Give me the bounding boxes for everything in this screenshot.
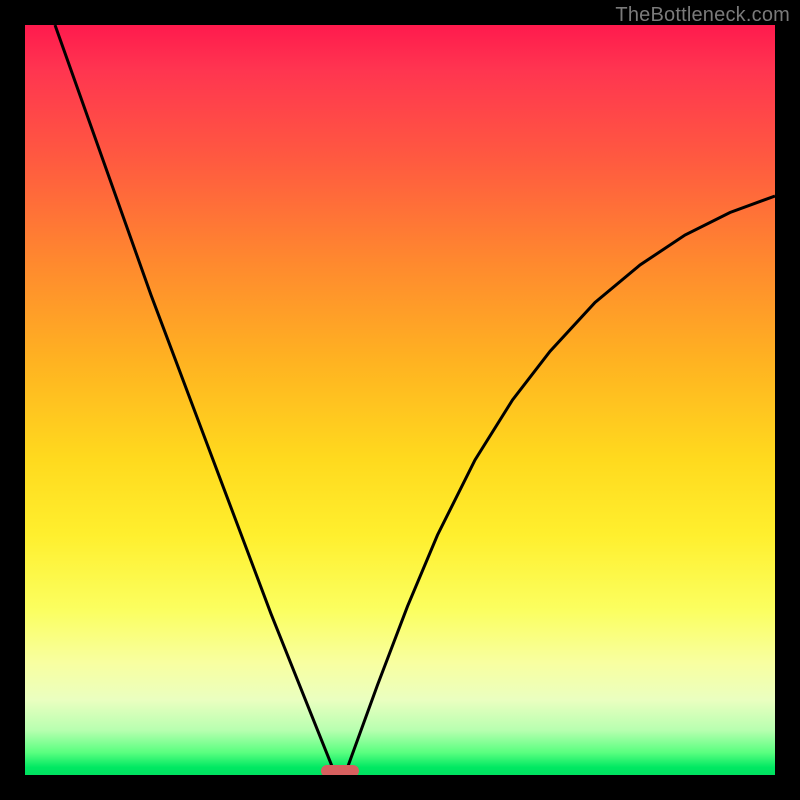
min-marker-pill [321, 765, 359, 775]
right-branch-curve [348, 196, 776, 768]
watermark-text: TheBottleneck.com [615, 4, 790, 27]
outer-frame: TheBottleneck.com [0, 0, 800, 800]
plot-area [25, 25, 775, 775]
curve-layer [25, 25, 775, 775]
left-branch-curve [55, 25, 333, 768]
